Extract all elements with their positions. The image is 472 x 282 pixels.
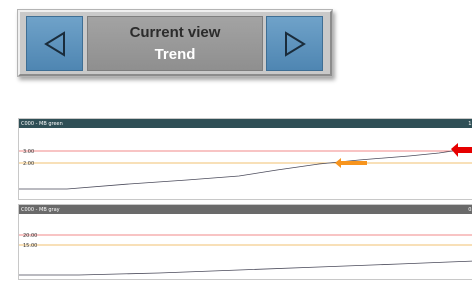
threshold-label-high: 3.00 (23, 149, 34, 155)
trend-panel-title: C000 - MB gray (21, 206, 60, 213)
trend-line (19, 260, 472, 276)
trend-plot: 3.00 2.00 (19, 143, 472, 190)
trend-panel-value: 0. (468, 206, 472, 213)
trend-panel-green: C000 - MB green 1. 3.00 2.00 (18, 118, 472, 200)
trend-panel-value: 1. (468, 120, 472, 127)
trend-panel-gray: C000 - MB gray 0. 20.00 15.00 (18, 204, 472, 280)
next-view-button[interactable] (266, 16, 323, 71)
current-view-value: Trend (154, 46, 196, 63)
current-view-title: Current view (129, 24, 221, 41)
current-view-display: Current view Trend (87, 16, 263, 71)
red-arrow-icon (451, 143, 472, 157)
triangle-right-icon (284, 30, 306, 57)
trend-line (19, 148, 472, 190)
threshold-label-low: 15.00 (23, 243, 37, 249)
view-switcher: Current view Trend (17, 9, 333, 77)
trend-plot: 20.00 15.00 (19, 233, 472, 276)
trend-panel-header: C000 - MB green 1. (19, 119, 472, 128)
triangle-left-icon (43, 30, 65, 57)
trend-panel-header: C000 - MB gray 0. (19, 205, 472, 214)
threshold-label-low: 2.00 (23, 161, 34, 167)
threshold-label-high: 20.00 (23, 233, 37, 239)
trend-panel-title: C000 - MB green (21, 120, 63, 127)
previous-view-button[interactable] (26, 16, 83, 71)
